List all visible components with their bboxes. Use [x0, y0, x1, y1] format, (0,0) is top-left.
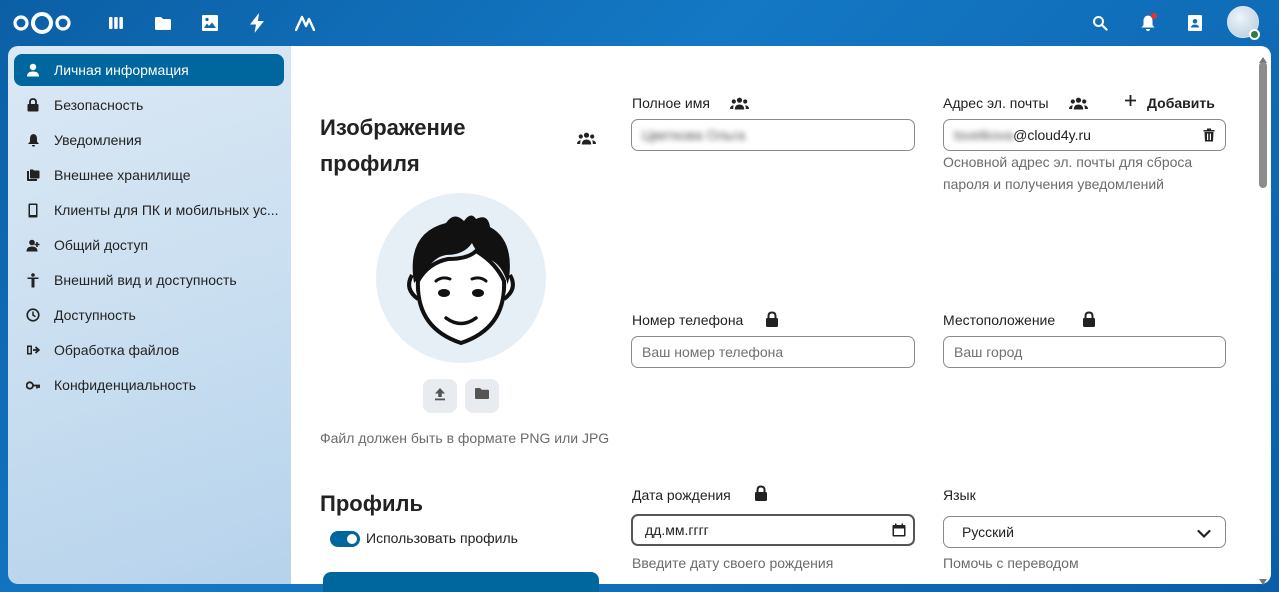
- enable-profile-label: Использовать профиль: [366, 530, 518, 546]
- search-icon[interactable]: [1088, 11, 1112, 35]
- calendar-icon[interactable]: [892, 523, 906, 540]
- dashboard-icon[interactable]: [104, 11, 128, 35]
- email-field[interactable]: tsvetkova @cloud4y.ru: [943, 119, 1226, 151]
- add-email-label: Добавить: [1147, 95, 1215, 111]
- location-field[interactable]: Ваш город: [943, 336, 1226, 368]
- sidebar-item-personal-info[interactable]: Личная информация: [14, 54, 284, 86]
- bell-icon: [25, 132, 41, 148]
- nextcloud-logo[interactable]: [12, 10, 72, 36]
- choose-avatar-from-files-button[interactable]: [465, 379, 499, 413]
- key-icon: [25, 377, 41, 393]
- sidebar-item-appearance[interactable]: Внешний вид и доступность: [14, 264, 284, 296]
- add-email-button[interactable]: Добавить: [1124, 94, 1215, 112]
- sidebar-item-privacy[interactable]: Конфиденциальность: [14, 369, 284, 401]
- person-icon: [25, 62, 41, 78]
- sidebar-item-label: Внешний вид и доступность: [54, 272, 237, 288]
- profile-picture-title: Изображение профиля: [320, 115, 466, 176]
- storage-icon: [25, 167, 41, 183]
- sidebar-item-label: Конфиденциальность: [54, 377, 197, 393]
- notes-icon[interactable]: [293, 11, 317, 35]
- sidebar-item-external-storage[interactable]: Внешнее хранилище: [14, 159, 284, 191]
- language-label: Язык: [943, 487, 976, 503]
- scroll-down-arrow-icon[interactable]: [1259, 572, 1267, 585]
- sidebar-item-label: Обработка файлов: [54, 342, 180, 358]
- profile-avatar: [376, 193, 546, 363]
- birthday-date-input[interactable]: дд.мм.гггг: [631, 514, 915, 546]
- online-status-dot: [1249, 29, 1260, 40]
- sidebar-item-security[interactable]: Безопасность: [14, 89, 284, 121]
- email-hint: Основной адрес эл. почты для сброса паро…: [943, 154, 1193, 192]
- birthday-label: Дата рождения: [632, 487, 731, 503]
- sidebar-item-sharing[interactable]: Общий доступ: [14, 229, 284, 261]
- scroll-up-arrow-icon[interactable]: [1259, 50, 1267, 63]
- activity-icon[interactable]: [245, 11, 269, 35]
- fullname-visibility-icon[interactable]: [730, 97, 749, 115]
- location-placeholder: Ваш город: [954, 344, 1023, 360]
- accessibility-icon: [25, 272, 41, 288]
- settings-sidebar: Личная информация Безопасность Уведомлен…: [8, 46, 291, 584]
- plus-icon: [1124, 94, 1137, 112]
- share-icon: [25, 237, 41, 253]
- chevron-down-icon: [1197, 526, 1211, 542]
- upload-icon: [433, 387, 447, 406]
- sidebar-item-clients[interactable]: Клиенты для ПК и мобильных ус...: [14, 194, 284, 226]
- phone-placeholder: Ваш номер телефона: [642, 344, 784, 360]
- fullname-label: Полное имя: [632, 95, 710, 111]
- files-icon[interactable]: [151, 11, 175, 35]
- avatar-format-hint: Файл должен быть в формате PNG или JPG: [320, 430, 610, 446]
- phone-icon: [25, 202, 41, 218]
- top-bar: [0, 0, 1279, 46]
- phone-field[interactable]: Ваш номер телефона: [631, 336, 915, 368]
- sidebar-item-label: Уведомления: [54, 132, 142, 148]
- clock-icon: [25, 307, 41, 323]
- language-select[interactable]: Русский: [943, 516, 1226, 548]
- sidebar-item-notifications[interactable]: Уведомления: [14, 124, 284, 156]
- sidebar-item-availability[interactable]: Доступность: [14, 299, 284, 331]
- sidebar-item-label: Безопасность: [54, 97, 144, 113]
- contacts-icon[interactable]: [1183, 11, 1207, 35]
- sidebar-item-label: Общий доступ: [54, 237, 149, 253]
- email-label: Адрес эл. почты: [943, 95, 1049, 111]
- enable-profile-toggle[interactable]: [330, 531, 360, 547]
- photos-icon[interactable]: [198, 11, 222, 35]
- email-domain: @cloud4y.ru: [1013, 127, 1091, 143]
- sidebar-item-label: Внешнее хранилище: [54, 167, 191, 183]
- email-hidden-part: tsvetkova: [954, 127, 1014, 143]
- sidebar-item-label: Личная информация: [54, 62, 189, 78]
- location-label: Местоположение: [943, 312, 1056, 328]
- upload-avatar-button[interactable]: [423, 379, 457, 413]
- folder-icon: [474, 387, 490, 405]
- workflow-icon: [25, 342, 41, 358]
- visibility-contacts-icon[interactable]: [577, 132, 596, 150]
- view-profile-button[interactable]: [323, 572, 599, 592]
- delete-email-icon[interactable]: [1203, 128, 1215, 145]
- fullname-field[interactable]: Цветкова Ольга: [631, 119, 915, 151]
- scroll-thumb[interactable]: [1259, 62, 1267, 188]
- location-lock-icon[interactable]: [1082, 311, 1096, 333]
- lock-icon: [25, 97, 41, 113]
- birthday-value: дд.мм.гггг: [645, 522, 709, 538]
- language-value: Русский: [962, 524, 1014, 540]
- phone-lock-icon[interactable]: [765, 311, 779, 333]
- birthday-hint: Введите дату своего рождения: [632, 555, 834, 571]
- sidebar-item-file-workflows[interactable]: Обработка файлов: [14, 334, 284, 366]
- birthday-lock-icon[interactable]: [754, 485, 768, 507]
- fullname-value: Цветкова Ольга: [642, 127, 746, 143]
- sidebar-item-label: Доступность: [54, 307, 136, 323]
- notification-dot: [1151, 13, 1157, 19]
- sidebar-item-label: Клиенты для ПК и мобильных ус...: [54, 202, 279, 218]
- email-visibility-icon[interactable]: [1069, 97, 1088, 115]
- profile-section-title: Профиль: [320, 491, 423, 516]
- language-help-link[interactable]: Помочь с переводом: [943, 552, 1079, 574]
- phone-label: Номер телефона: [632, 312, 744, 328]
